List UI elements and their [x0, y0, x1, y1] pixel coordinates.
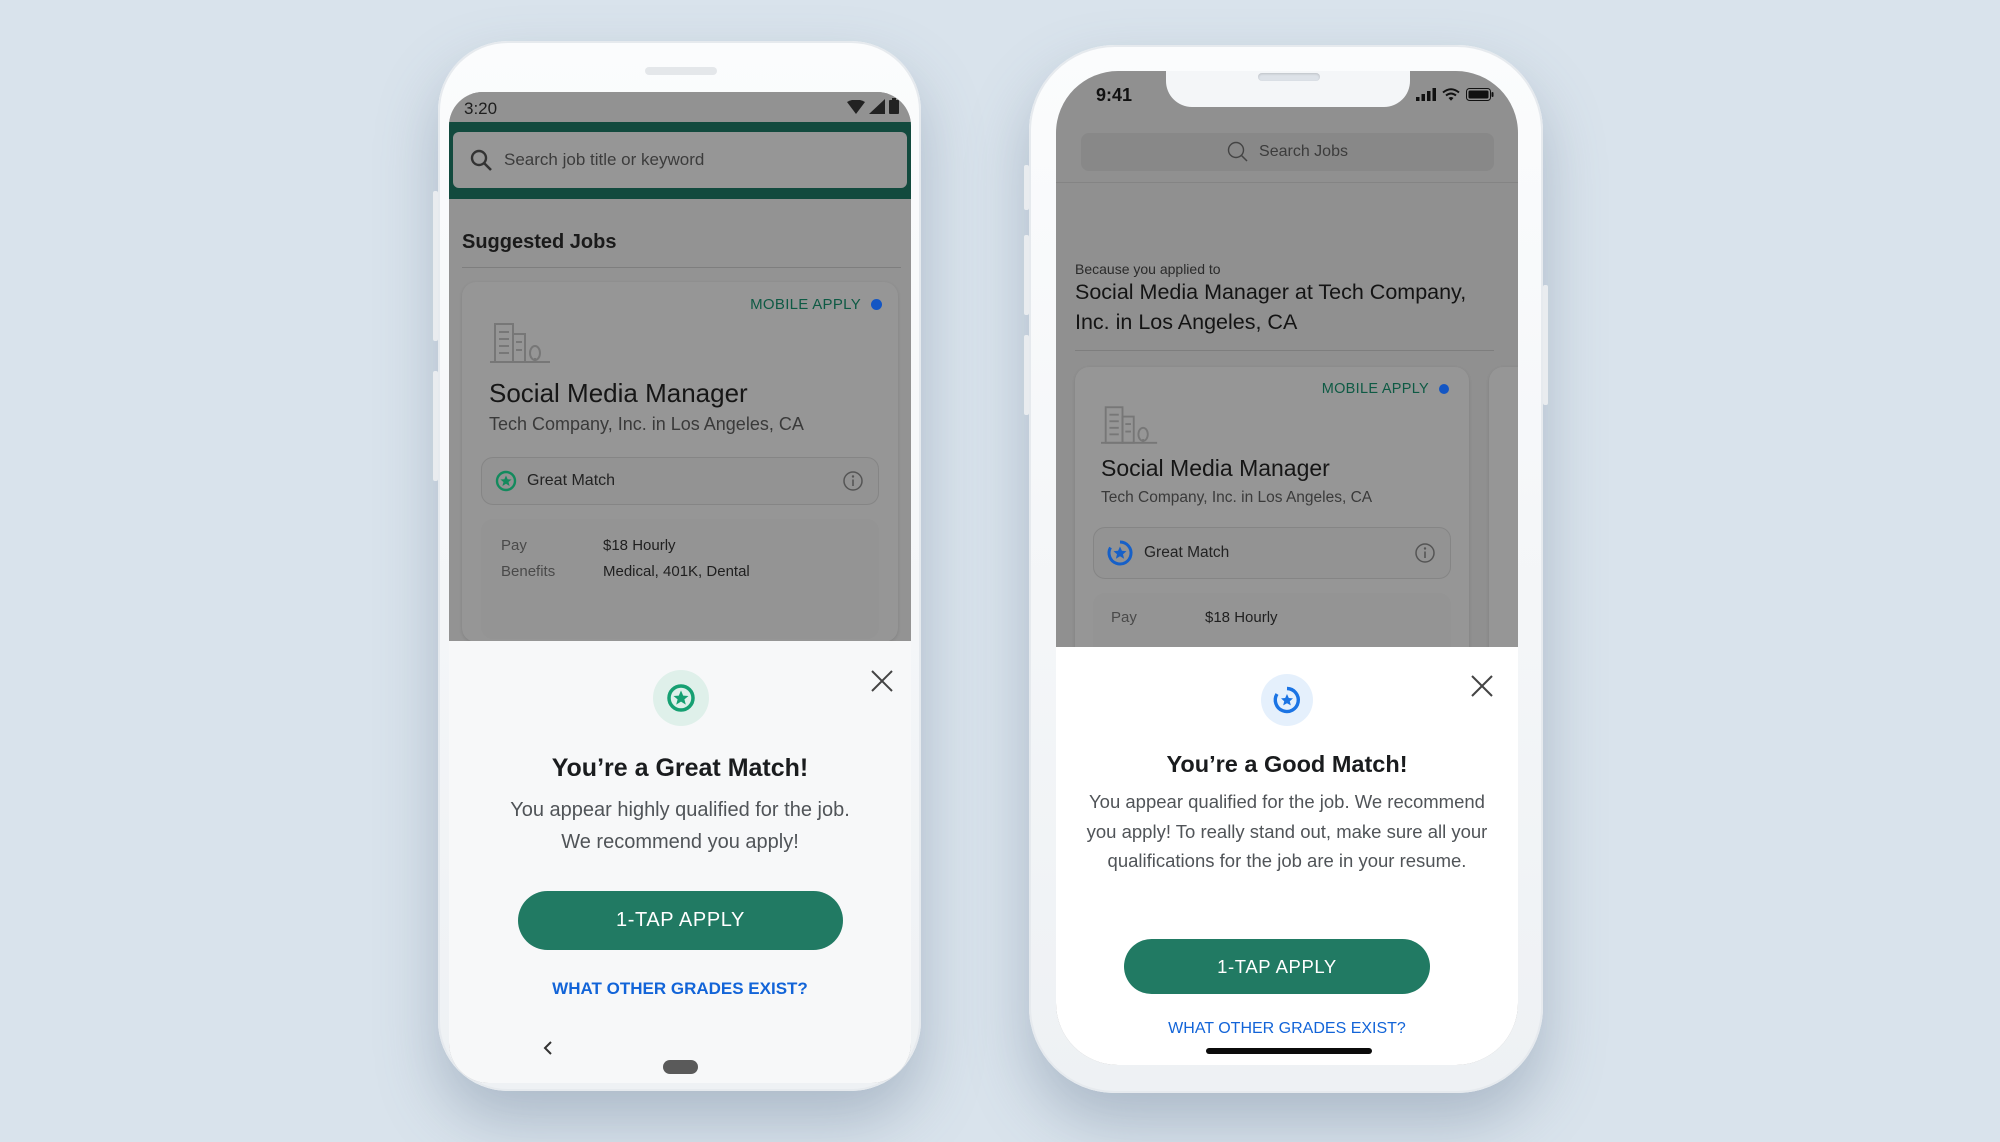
one-tap-apply-button[interactable]: 1-TAP APPLY [1124, 939, 1430, 994]
detail-row-value: Medical, 401K, Dental [603, 563, 750, 580]
volume-up-button [1024, 235, 1029, 315]
mobile-apply-label: MOBILE APPLY [750, 296, 861, 313]
detail-key: Pay [501, 537, 527, 554]
great-match-star-icon [495, 470, 517, 492]
divider [1056, 182, 1518, 183]
status-time: 3:20 [464, 99, 498, 118]
search-placeholder: Search job title or keyword [504, 150, 705, 169]
home-indicator[interactable] [1206, 1048, 1372, 1054]
sheet-title: You’re a Good Match! [1166, 751, 1408, 777]
detail-value: $18 Hourly [1205, 609, 1278, 626]
great-match-badge [653, 670, 709, 726]
detail-value: Medical, 401K, Dental [603, 563, 750, 580]
side-button [1543, 285, 1548, 405]
nav-home-button[interactable] [663, 1060, 698, 1074]
mobile-apply-dot [871, 299, 882, 310]
battery-icon [889, 98, 899, 114]
close-icon[interactable] [870, 669, 894, 693]
other-grades-link[interactable]: WHAT OTHER GRADES EXIST? [1056, 1020, 1518, 1038]
match-label: Great Match [527, 472, 616, 489]
one-tap-apply-button[interactable]: 1-TAP APPLY [518, 891, 843, 950]
detail-row: Pay [1111, 609, 1137, 626]
status-bar: 3:20 [449, 92, 911, 122]
info-icon[interactable] [1414, 542, 1436, 564]
job-card[interactable]: MOBILE APPLY Social Media Manager Tech C… [462, 282, 898, 642]
detail-value: $18 Hourly [603, 537, 676, 554]
job-details-box: Pay $18 Hourly Benefits Medical, 401K, D… [481, 519, 879, 639]
wifi-icon [847, 100, 865, 114]
company-building-icon [1101, 406, 1158, 444]
detail-row-value: $18 Hourly [603, 537, 676, 554]
applied-job-title: Social Media Manager at Tech Company, In… [1075, 280, 1467, 334]
divider [1075, 350, 1494, 351]
android-phone-mockup: 3:20 Search job title or keyword Suggest… [433, 41, 921, 1091]
search-icon [1227, 141, 1248, 162]
nav-back-icon[interactable] [542, 1040, 554, 1056]
match-bottom-sheet: You’re a Great Match! You appear highly … [449, 641, 911, 1083]
search-placeholder: Search Jobs [1259, 143, 1348, 160]
android-screen: 3:20 Search job title or keyword Suggest… [449, 92, 911, 1083]
match-label: Great Match [1144, 544, 1230, 561]
status-icons [1416, 88, 1494, 101]
match-grade-row[interactable]: Great Match [1093, 527, 1451, 579]
section-title: Suggested Jobs [462, 231, 617, 253]
sheet-body: You appear highly qualified for the job.… [449, 794, 911, 858]
mobile-apply-label: MOBILE APPLY [1321, 381, 1429, 397]
good-match-badge [1261, 674, 1313, 726]
match-grade-row[interactable]: Great Match [481, 457, 879, 505]
company-location: Tech Company, Inc. in Los Angeles, CA [489, 414, 804, 434]
company-building-icon [490, 323, 550, 363]
sheet-body: You appear qualified for the job. We rec… [1086, 791, 1488, 871]
search-icon [470, 149, 492, 171]
detail-row: Benefits [501, 563, 555, 580]
detail-key: Pay [1111, 609, 1137, 626]
wifi-icon [1442, 88, 1460, 101]
search-input[interactable]: Search Jobs [1081, 133, 1494, 171]
sheet-title: You’re a Great Match! [551, 754, 809, 782]
volume-down-button [1024, 335, 1029, 415]
volume-button [433, 191, 438, 341]
power-button [433, 371, 438, 481]
good-match-star-icon [1273, 686, 1300, 714]
divider [462, 267, 901, 268]
app-header: Search job title or keyword [449, 122, 911, 199]
mobile-apply-dot [1439, 384, 1449, 394]
battery-icon [1466, 88, 1494, 101]
iphone-screen: 9:41 Search Jobs Because you applied to … [1056, 71, 1518, 1065]
earpiece-speaker [1258, 73, 1320, 81]
detail-key: Benefits [501, 563, 556, 580]
signal-icon [869, 99, 885, 114]
great-match-star-icon [667, 684, 695, 712]
good-match-star-icon [1107, 540, 1133, 566]
company-location: Tech Company, Inc. in Los Angeles, CA [1101, 489, 1373, 506]
info-icon[interactable] [842, 470, 864, 492]
sheet-body-line: You appear highly qualified for the job. [510, 799, 850, 821]
mobile-apply-badge: MOBILE APPLY [750, 296, 882, 313]
status-time: 9:41 [1096, 85, 1133, 105]
close-icon[interactable] [1471, 675, 1493, 697]
earpiece-speaker [645, 67, 717, 75]
mute-switch [1024, 165, 1029, 210]
notch [1166, 71, 1410, 107]
sheet-body-line: We recommend you apply! [561, 831, 799, 853]
mobile-apply-badge: MOBILE APPLY [1322, 381, 1449, 397]
detail-row-value: $18 Hourly [1205, 609, 1278, 626]
job-title[interactable]: Social Media Manager [489, 378, 748, 409]
iphone-mockup: 9:41 Search Jobs Because you applied to … [1024, 45, 1548, 1093]
detail-row: Pay [501, 537, 527, 554]
match-bottom-sheet: You’re a Good Match! You appear qualifie… [1056, 647, 1518, 1065]
because-applied-label: Because you applied to [1075, 261, 1221, 277]
job-title[interactable]: Social Media Manager [1101, 455, 1330, 482]
search-input[interactable]: Search job title or keyword [453, 132, 907, 188]
other-grades-link[interactable]: WHAT OTHER GRADES EXIST? [449, 979, 911, 999]
signal-icon [1416, 88, 1436, 101]
